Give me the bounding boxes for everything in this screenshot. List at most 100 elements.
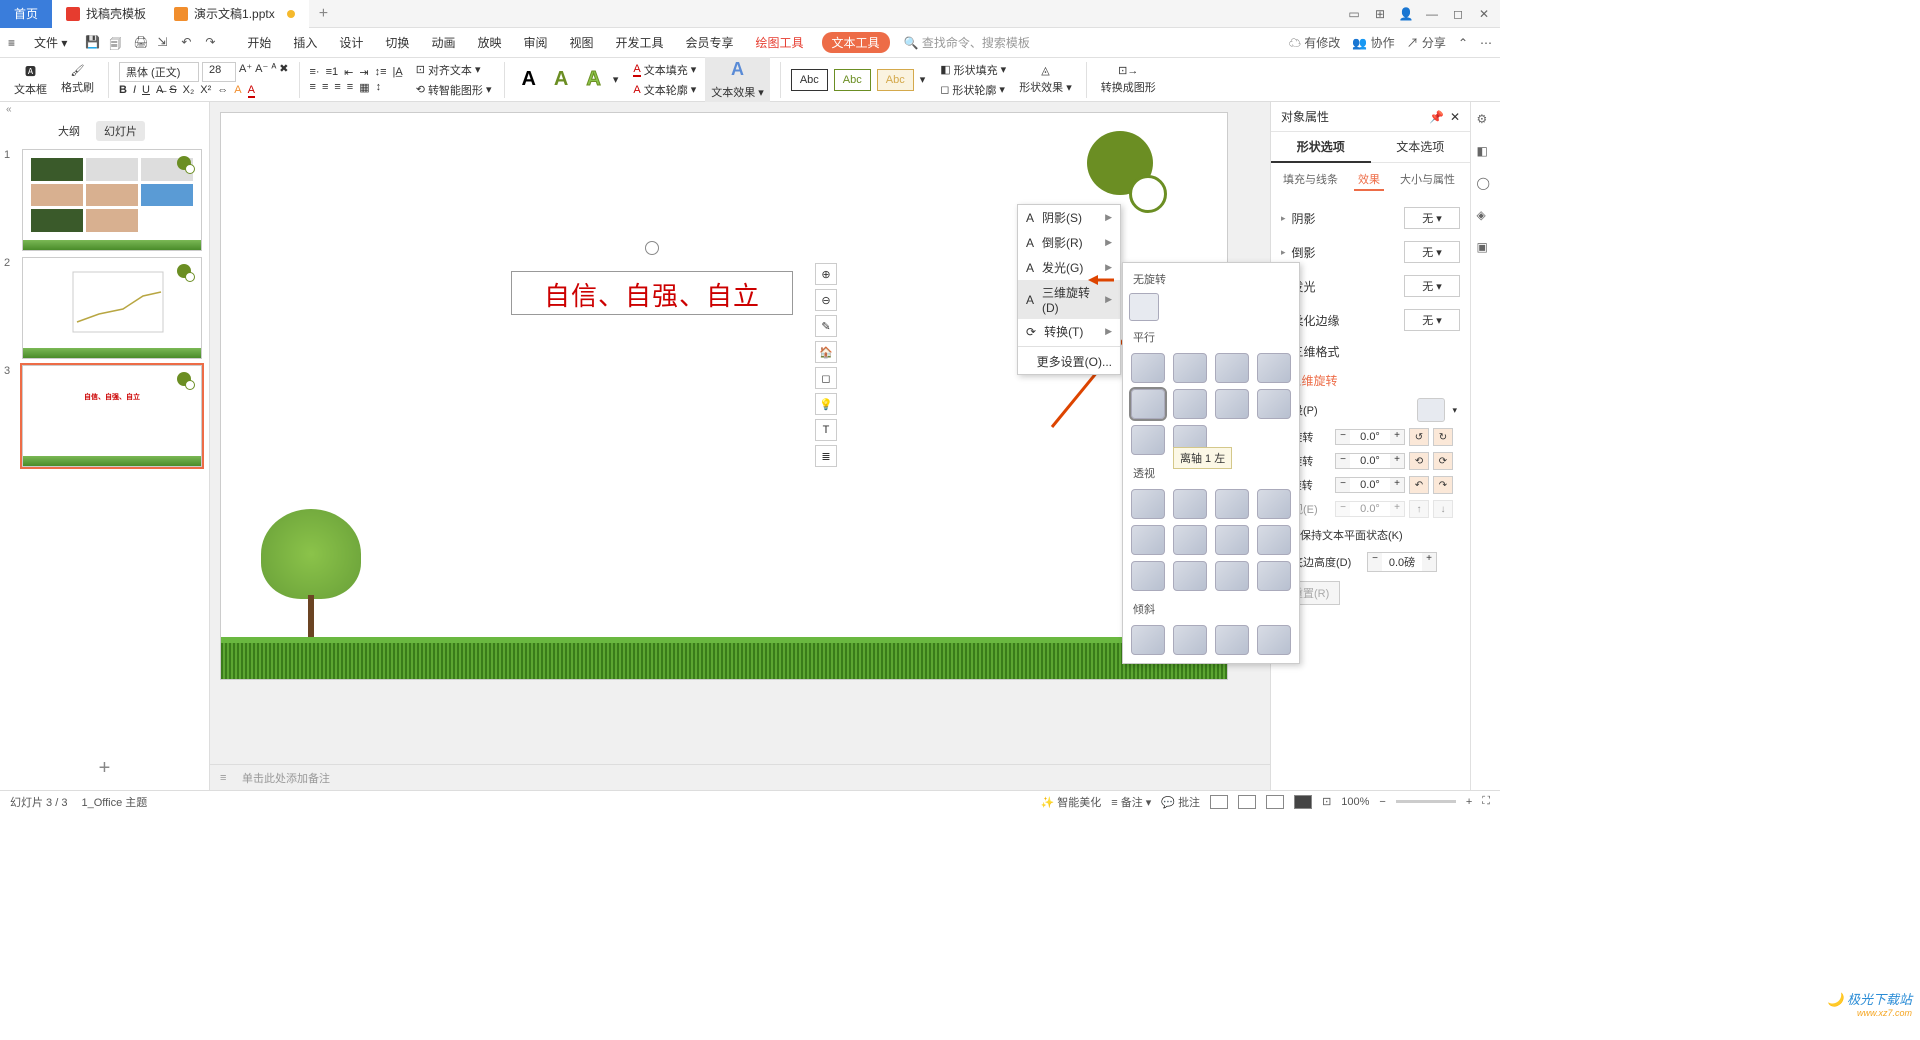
export-icon[interactable]: ⇲ [157,35,173,51]
rotate-handle[interactable] [645,241,659,255]
text-direction-icon[interactable]: |A̲ [393,66,403,79]
shape-style-more-icon[interactable]: ▾ [920,73,926,86]
subtab-size[interactable]: 大小与属性 [1396,169,1459,191]
shape-options-tab[interactable]: 形状选项 [1271,132,1371,163]
shape-style-3[interactable]: Abc [877,69,914,91]
bold-icon[interactable]: B [119,84,127,98]
fly-plus[interactable]: ⊕ [815,263,837,285]
rail-settings-icon[interactable]: ⚙ [1477,112,1495,130]
pin-icon[interactable]: 📌 [1429,110,1444,124]
align-left-icon[interactable]: ≡ [310,81,316,94]
undo-icon[interactable]: ↶ [181,35,197,51]
slide-thumb-2[interactable]: 2 [4,257,205,359]
slide-thumb-3[interactable]: 3自信、自强、自立 [4,365,205,467]
strike-icon[interactable]: S [169,84,176,98]
prop-reflection[interactable]: 倒影 [1292,244,1398,261]
indent-dec-icon[interactable]: ⇤ [344,66,353,79]
rail-slides-icon[interactable]: ▣ [1477,240,1495,258]
z-rotation-input[interactable]: −0.0°+ [1335,477,1405,493]
tab-transition[interactable]: 切换 [381,32,413,53]
tab-slideshow[interactable]: 放映 [473,32,505,53]
menu-transform[interactable]: ⟳转换(T)▶ [1018,319,1120,344]
highlight-icon[interactable]: A [234,84,241,98]
collapse-ribbon-icon[interactable]: ⌃ [1458,36,1468,50]
oblique-preset[interactable] [1131,625,1165,655]
line-spacing-icon[interactable]: ↕≡ [375,66,387,79]
text-style-3[interactable]: A [580,68,606,91]
reflection-select[interactable]: 无 ▾ [1404,241,1460,263]
normal-view-icon[interactable] [1210,795,1228,809]
zoom-level[interactable]: 100% [1341,796,1369,808]
perspective-preset[interactable] [1131,525,1165,555]
perspective-preset[interactable] [1131,561,1165,591]
perspective-preset[interactable] [1257,561,1291,591]
preset-no-rotation[interactable] [1129,293,1159,321]
comments-button[interactable]: 💬 批注 [1161,794,1200,810]
softedge-select[interactable]: 无 ▾ [1404,309,1460,331]
x-rotation-input[interactable]: −0.0°+ [1335,429,1405,445]
superscript-icon[interactable]: X² [200,84,211,98]
print-preview-icon[interactable]: 🗐 [109,35,125,51]
parallel-preset[interactable] [1173,389,1207,419]
perspective-preset[interactable] [1173,525,1207,555]
tab-view[interactable]: 视图 [565,32,597,53]
tab-insert[interactable]: 插入 [289,32,321,53]
tab-design[interactable]: 设计 [335,32,367,53]
shape-outline-button[interactable]: ◻ 形状轮廓 ▾ [937,81,1009,99]
panel-collapse[interactable]: « [6,104,12,115]
slideshow-view-icon[interactable] [1294,795,1312,809]
parallel-preset-selected[interactable] [1131,389,1165,419]
tab-text-tools[interactable]: 文本工具 [822,32,890,53]
distance-input[interactable]: −0.0磅+ [1367,552,1437,572]
rail-shapes-icon[interactable]: ◯ [1477,176,1495,194]
y-rotation-input[interactable]: −0.0°+ [1335,453,1405,469]
reading-view-icon[interactable] [1266,795,1284,809]
oblique-preset[interactable] [1173,625,1207,655]
subtab-effects[interactable]: 效果 [1354,169,1384,191]
rail-styles-icon[interactable]: ◧ [1477,144,1495,162]
user-avatar-icon[interactable]: 👤 [1398,6,1414,22]
x-rot-right[interactable]: ↻ [1433,428,1453,446]
search-input[interactable]: 🔍 查找命令、搜索模板 [904,34,1030,51]
align-center-icon[interactable]: ≡ [322,81,328,94]
shape-style-1[interactable]: Abc [791,69,828,91]
notes-button[interactable]: ≡ 备注 ▾ [1111,794,1151,810]
z-rot-ccw[interactable]: ↶ [1409,476,1429,494]
menu-shadow[interactable]: A阴影(S)▶ [1018,205,1120,230]
parallel-preset[interactable] [1215,353,1249,383]
increase-font-icon[interactable]: A⁺ [239,62,252,82]
tab-devtools[interactable]: 开发工具 [612,32,668,53]
text-style-1[interactable]: A [515,68,541,91]
format-painter[interactable]: 🖌格式刷 [57,64,98,95]
char-spacing-icon[interactable]: ⇔ [217,84,228,98]
perspective-preset[interactable] [1131,489,1165,519]
print-icon[interactable]: 🖨 [133,35,149,51]
tab-start[interactable]: 开始 [243,32,275,53]
text-options-tab[interactable]: 文本选项 [1371,132,1471,163]
indent-inc-icon[interactable]: ⇥ [359,66,368,79]
perspective-preset[interactable] [1173,561,1207,591]
zoom-slider[interactable] [1396,800,1456,803]
file-menu[interactable]: 文件 ▾ [26,32,75,53]
decrease-font-icon[interactable]: A⁻ [255,62,268,82]
maximize-icon[interactable]: ◻ [1450,6,1466,22]
outline-tab[interactable]: 大纲 [50,121,88,141]
save-icon[interactable]: 💾 [85,35,101,51]
font-color-icon[interactable]: A [248,84,255,98]
beautify-button[interactable]: ✨ 智能美化 [1040,794,1101,810]
collab-button[interactable]: 👥 协作 [1352,34,1394,51]
preset-picker[interactable] [1417,398,1445,422]
cloud-sync[interactable]: ☁ 有修改 [1289,34,1340,51]
perspective-preset[interactable] [1215,525,1249,555]
redo-icon[interactable]: ↷ [205,35,221,51]
slides-tab[interactable]: 幻灯片 [96,121,145,141]
selected-textbox[interactable]: 自信、自强、自立 [511,271,793,315]
underline-icon[interactable]: U [142,84,150,98]
italic-icon[interactable]: I [133,84,136,98]
y-rot-down[interactable]: ⟳ [1433,452,1453,470]
parallel-preset[interactable] [1131,425,1165,455]
prop-glow[interactable]: 发光 [1292,278,1398,295]
grid-icon[interactable]: ⊞ [1372,6,1388,22]
shape-effect-button[interactable]: ◬形状效果 ▾ [1015,64,1076,95]
shape-fill-button[interactable]: ◧ 形状填充 ▾ [937,61,1009,79]
